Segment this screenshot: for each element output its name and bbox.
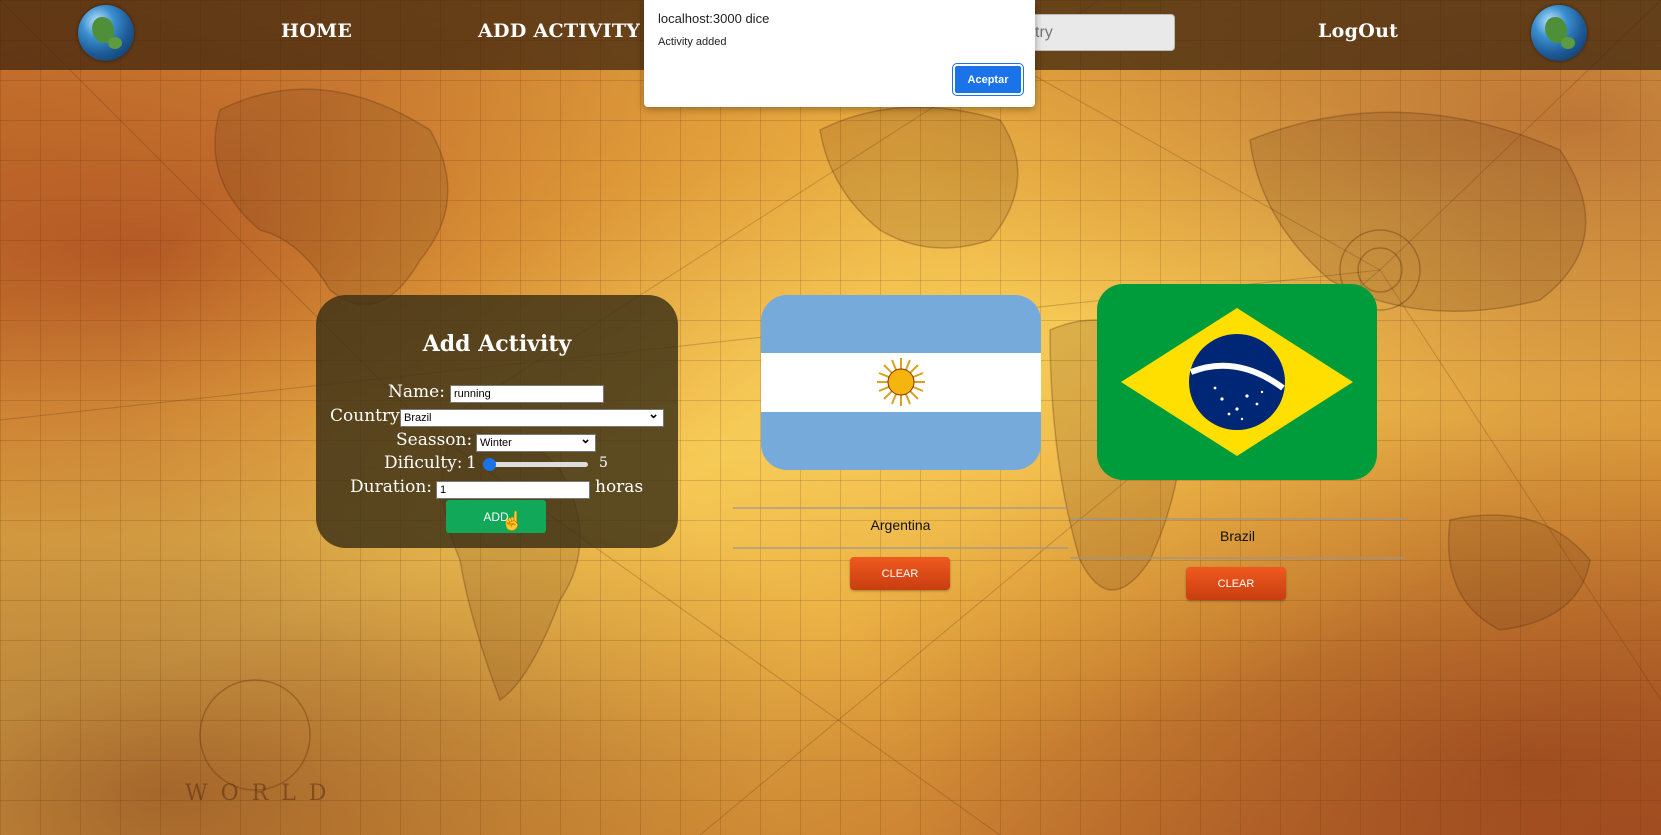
- country-select-value: Brazil: [404, 412, 432, 424]
- season-select-value: Winter: [480, 437, 512, 449]
- nav-logout-link[interactable]: LogOut: [1318, 20, 1398, 42]
- alert-dialog: localhost:3000 dice Activity added Acept…: [644, 0, 1035, 107]
- hand-cursor-icon: ☝: [501, 511, 524, 531]
- country-label: Country: [330, 406, 400, 426]
- duration-unit-label: horas: [595, 477, 644, 497]
- brazil-flag: [1097, 284, 1377, 480]
- globe-icon: [1531, 5, 1587, 61]
- country-name-argentina: Argentina: [870, 517, 931, 533]
- season-select[interactable]: Winter: [476, 432, 596, 452]
- name-label: Name:: [388, 382, 445, 402]
- dialog-accept-button[interactable]: Aceptar: [952, 63, 1024, 96]
- dialog-message: Activity added: [658, 36, 727, 48]
- svg-text:W O R L D: W O R L D: [185, 781, 329, 806]
- divider: [733, 507, 1068, 509]
- clear-argentina-button[interactable]: CLEAR: [850, 557, 950, 590]
- dialog-title: localhost:3000 dice: [658, 11, 770, 26]
- duration-input[interactable]: 1: [436, 481, 590, 499]
- name-input[interactable]: running: [450, 385, 604, 403]
- search-input[interactable]: try: [1020, 14, 1175, 51]
- divider: [1070, 557, 1405, 559]
- difficulty-slider-track[interactable]: [484, 462, 588, 467]
- season-label: Seasson:: [396, 430, 473, 450]
- divider: [1070, 518, 1405, 520]
- globe-logo-icon[interactable]: [78, 5, 134, 61]
- clear-brazil-button[interactable]: CLEAR: [1186, 567, 1286, 600]
- difficulty-label: Dificulty:: [384, 453, 463, 473]
- country-name-brazil: Brazil: [1219, 528, 1255, 544]
- difficulty-min-label: 1: [466, 453, 477, 473]
- divider: [733, 547, 1068, 549]
- add-activity-form: Add Activity Name: running Country Brazi…: [316, 295, 678, 548]
- difficulty-max-label: 5: [599, 455, 608, 471]
- argentina-flag: [761, 295, 1041, 470]
- duration-label: Duration:: [350, 477, 433, 497]
- add-button[interactable]: ADD: [446, 500, 546, 533]
- form-title: Add Activity: [422, 331, 572, 357]
- nav-add-activity-link[interactable]: ADD ACTIVITY: [478, 20, 640, 42]
- nav-home-link[interactable]: HOME: [281, 20, 352, 42]
- country-select[interactable]: Brazil: [400, 407, 664, 427]
- difficulty-slider-thumb[interactable]: [483, 458, 496, 471]
